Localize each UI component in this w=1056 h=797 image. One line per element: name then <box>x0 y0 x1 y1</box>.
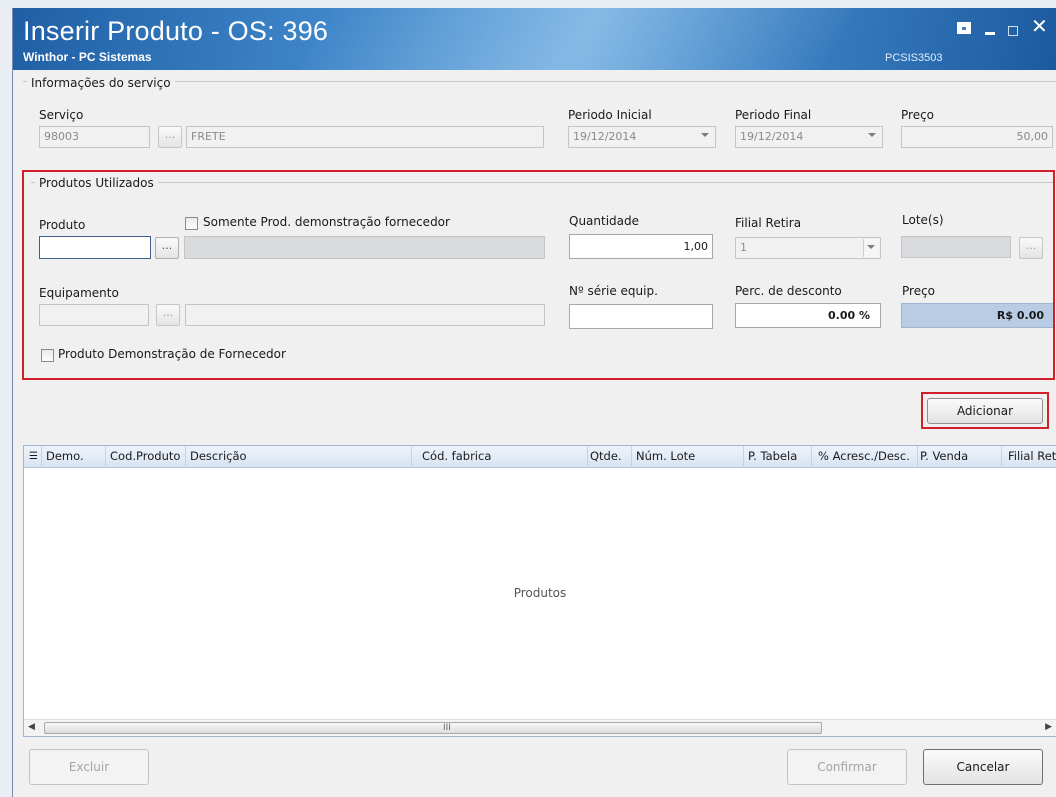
produtos-highlight-box <box>22 170 1055 380</box>
periodo-final-label: Periodo Final <box>735 108 812 122</box>
servico-preco-label: Preço <box>901 108 935 122</box>
col-demo[interactable]: Demo. <box>42 446 106 468</box>
col-acresc-desc[interactable]: % Acresc./Desc. <box>812 446 918 468</box>
col-descricao[interactable]: Descrição <box>186 446 412 468</box>
grid-horizontal-scrollbar[interactable]: ◀ III ▶ <box>24 719 1056 736</box>
program-code: PCSIS3503 <box>885 52 943 64</box>
col-filial-retira[interactable]: Filial Retira <box>1002 446 1056 468</box>
grid-menu-icon[interactable]: ☰ <box>24 446 42 468</box>
servico-code-field[interactable]: 98003 <box>39 126 150 148</box>
restore-icon[interactable] <box>957 22 971 34</box>
grid-header: ☰ Demo. Cod.Produto Descrição Cód. fabri… <box>24 446 1056 468</box>
excluir-button[interactable]: Excluir <box>29 749 149 785</box>
servico-search-button[interactable]: ... <box>158 126 182 148</box>
adicionar-highlight-box <box>921 392 1049 429</box>
chevron-down-icon <box>701 133 709 137</box>
periodo-inicial-value: 19/12/2014 <box>573 130 637 143</box>
col-p-tabela[interactable]: P. Tabela <box>744 446 812 468</box>
inserir-produto-window: Inserir Produto - OS: 396 Winthor - PC S… <box>12 8 1056 797</box>
grid-empty-text: Produtos <box>513 586 567 600</box>
col-cod-fabrica[interactable]: Cód. fabrica <box>412 446 588 468</box>
col-p-venda[interactable]: P. Venda <box>918 446 1002 468</box>
servico-preco-field: 50,00 <box>901 126 1053 148</box>
servico-label: Serviço <box>39 108 84 122</box>
cancelar-button[interactable]: Cancelar <box>923 749 1043 785</box>
scroll-left-icon[interactable]: ◀ <box>28 722 35 732</box>
title-bar-gloss <box>278 8 868 70</box>
col-cod-produto[interactable]: Cod.Produto <box>106 446 186 468</box>
col-num-lote[interactable]: Núm. Lote <box>632 446 744 468</box>
col-qtde[interactable]: Qtde. <box>588 446 632 468</box>
maximize-icon[interactable] <box>1008 26 1018 36</box>
close-icon[interactable]: ✕ <box>1031 16 1048 36</box>
servico-description-field: FRETE <box>186 126 544 148</box>
produtos-grid[interactable]: ☰ Demo. Cod.Produto Descrição Cód. fabri… <box>23 445 1056 737</box>
scroll-right-icon[interactable]: ▶ <box>1045 722 1052 732</box>
minimize-icon[interactable] <box>985 32 995 35</box>
window-title: Inserir Produto - OS: 396 <box>23 16 329 46</box>
window-subtitle: Winthor - PC Sistemas <box>23 50 152 64</box>
confirmar-button[interactable]: Confirmar <box>787 749 907 785</box>
chevron-down-icon <box>868 133 876 137</box>
scroll-thumb[interactable]: III <box>44 722 822 734</box>
scroll-grip: III <box>443 723 451 733</box>
periodo-final-dropdown[interactable]: 19/12/2014 <box>735 126 883 148</box>
periodo-final-value: 19/12/2014 <box>740 130 804 143</box>
periodo-inicial-label: Periodo Inicial <box>568 108 652 122</box>
title-bar: Inserir Produto - OS: 396 Winthor - PC S… <box>13 8 1056 70</box>
servico-group-title: Informações do serviço <box>27 76 175 90</box>
periodo-inicial-dropdown[interactable]: 19/12/2014 <box>568 126 716 148</box>
